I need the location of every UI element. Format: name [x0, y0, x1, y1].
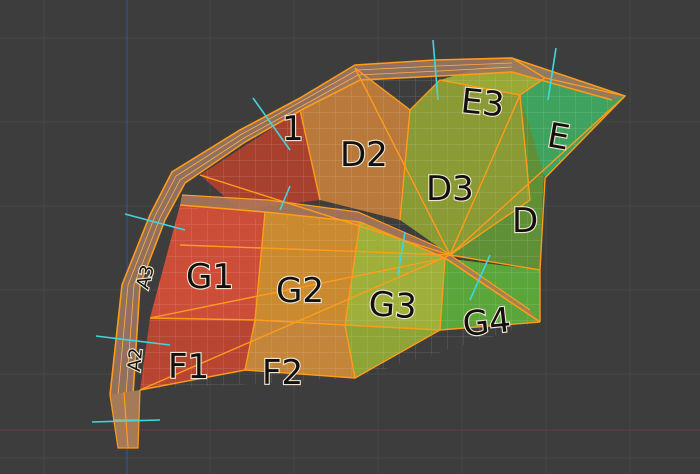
- 3d-viewport[interactable]: G1 G2 G3 G4 F1 F2 1 D2 D3 D E3 E A3 A2: [0, 0, 700, 474]
- label-g2: G2: [276, 271, 324, 311]
- label-a2: A2: [124, 347, 147, 373]
- mesh-object[interactable]: G1 G2 G3 G4 F1 F2 1 D2 D3 D E3 E A3 A2: [91, 39, 627, 449]
- label-f2: F2: [262, 353, 303, 393]
- viewport-canvas[interactable]: G1 G2 G3 G4 F1 F2 1 D2 D3 D E3 E A3 A2: [0, 0, 700, 474]
- label-g4: G4: [461, 300, 513, 345]
- label-e3: E3: [459, 81, 506, 125]
- label-d2: D2: [340, 135, 388, 175]
- label-g1: G1: [186, 257, 234, 297]
- label-d4: D: [512, 201, 538, 241]
- label-d3: D3: [426, 169, 474, 209]
- label-g3: G3: [367, 284, 418, 327]
- label-f1: F1: [168, 347, 209, 387]
